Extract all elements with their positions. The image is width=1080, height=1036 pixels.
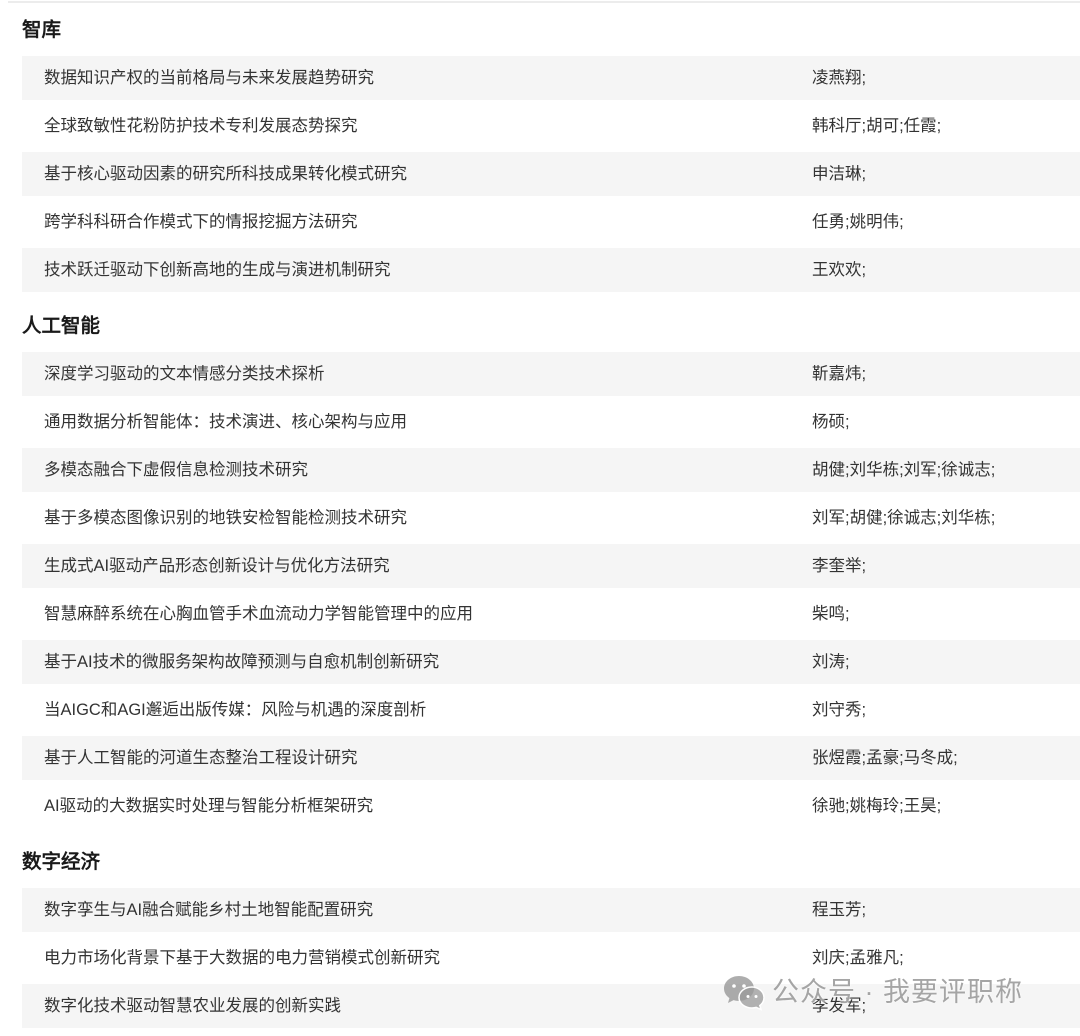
article-title: 数字化技术驱动智慧农业发展的创新实践 [44, 997, 341, 1015]
article-title: 全球致敏性花粉防护技术专利发展态势探究 [44, 117, 358, 135]
section-heading: 人工智能 [22, 315, 101, 337]
article-authors: 刘守秀; [812, 701, 867, 719]
table-row: 数据知识产权的当前格局与未来发展趋势研究 凌燕翔; [22, 54, 1080, 102]
article-authors: 申洁琳; [812, 165, 867, 183]
table-row: 当AIGC和AGI邂逅出版传媒：风险与机遇的深度剖析 刘守秀; [22, 686, 1080, 734]
article-authors: 李奎举; [812, 557, 867, 575]
section-heading: 智库 [22, 19, 62, 41]
article-page: 智库 数据知识产权的当前格局与未来发展趋势研究 凌燕翔; 全球致敏性花粉防护技术… [0, 0, 1080, 1036]
article-title: 数据知识产权的当前格局与未来发展趋势研究 [44, 69, 374, 87]
table-row: 数字化技术驱动智慧农业发展的创新实践 李发军; [22, 982, 1080, 1030]
article-authors: 靳嘉炜; [812, 365, 867, 383]
table-row: AI驱动的大数据实时处理与智能分析框架研究 徐驰;姚梅玲;王昊; [22, 782, 1080, 830]
article-authors: 李发军; [812, 997, 867, 1015]
article-title: 智慧麻醉系统在心胸血管手术血流动力学智能管理中的应用 [44, 605, 473, 623]
article-title: 当AIGC和AGI邂逅出版传媒：风险与机遇的深度剖析 [44, 701, 427, 719]
table-row: 生成式AI驱动产品形态创新设计与优化方法研究 李奎举; [22, 542, 1080, 590]
article-authors: 凌燕翔; [812, 69, 867, 87]
section-digital-economy: 数字经济 数字孪生与AI融合赋能乡村土地智能配置研究 程玉芳; 电力市场化背景下… [22, 830, 1080, 1030]
article-title: 基于AI技术的微服务架构故障预测与自愈机制创新研究 [44, 653, 440, 671]
article-title: 基于多模态图像识别的地铁安检智能检测技术研究 [44, 509, 407, 527]
article-title: 生成式AI驱动产品形态创新设计与优化方法研究 [44, 557, 390, 575]
section-artificial-intelligence: 人工智能 深度学习驱动的文本情感分类技术探析 靳嘉炜; 通用数据分析智能体：技术… [22, 294, 1080, 830]
article-authors: 杨硕; [812, 413, 850, 431]
section-think-tank: 智库 数据知识产权的当前格局与未来发展趋势研究 凌燕翔; 全球致敏性花粉防护技术… [22, 0, 1080, 294]
table-row: 基于人工智能的河道生态整治工程设计研究 张煜霞;孟豪;马冬成; [22, 734, 1080, 782]
table-row: 多模态融合下虚假信息检测技术研究 胡健;刘华栋;刘军;徐诚志; [22, 446, 1080, 494]
table-row: 通用数据分析智能体：技术演进、核心架构与应用 杨硕; [22, 398, 1080, 446]
article-title: 技术跃迁驱动下创新高地的生成与演进机制研究 [44, 261, 391, 279]
article-title: 多模态融合下虚假信息检测技术研究 [44, 461, 308, 479]
article-authors: 胡健;刘华栋;刘军;徐诚志; [812, 461, 996, 479]
article-list: 智库 数据知识产权的当前格局与未来发展趋势研究 凌燕翔; 全球致敏性花粉防护技术… [22, 0, 1080, 1030]
article-authors: 张煜霞;孟豪;马冬成; [812, 749, 958, 767]
article-title: 基于人工智能的河道生态整治工程设计研究 [44, 749, 358, 767]
article-authors: 柴鸣; [812, 605, 850, 623]
article-authors: 刘庆;孟雅凡; [812, 949, 904, 967]
table-row: 基于多模态图像识别的地铁安检智能检测技术研究 刘军;胡健;徐诚志;刘华栋; [22, 494, 1080, 542]
table-row: 数字孪生与AI融合赋能乡村土地智能配置研究 程玉芳; [22, 886, 1080, 934]
table-row: 基于AI技术的微服务架构故障预测与自愈机制创新研究 刘涛; [22, 638, 1080, 686]
table-row: 电力市场化背景下基于大数据的电力营销模式创新研究 刘庆;孟雅凡; [22, 934, 1080, 982]
article-authors: 王欢欢; [812, 261, 867, 279]
table-row: 智慧麻醉系统在心胸血管手术血流动力学智能管理中的应用 柴鸣; [22, 590, 1080, 638]
article-authors: 刘军;胡健;徐诚志;刘华栋; [812, 509, 996, 527]
table-row: 跨学科科研合作模式下的情报挖掘方法研究 任勇;姚明伟; [22, 198, 1080, 246]
table-row: 基于核心驱动因素的研究所科技成果转化模式研究 申洁琳; [22, 150, 1080, 198]
table-row: 全球致敏性花粉防护技术专利发展态势探究 韩科厅;胡可;任霞; [22, 102, 1080, 150]
article-title: 深度学习驱动的文本情感分类技术探析 [44, 365, 325, 383]
article-authors: 徐驰;姚梅玲;王昊; [812, 797, 942, 815]
article-authors: 程玉芳; [812, 901, 867, 919]
table-row: 深度学习驱动的文本情感分类技术探析 靳嘉炜; [22, 350, 1080, 398]
article-title: 基于核心驱动因素的研究所科技成果转化模式研究 [44, 165, 407, 183]
article-title: AI驱动的大数据实时处理与智能分析框架研究 [44, 797, 374, 815]
section-heading: 数字经济 [22, 851, 101, 873]
article-title: 数字孪生与AI融合赋能乡村土地智能配置研究 [44, 901, 374, 919]
table-row: 技术跃迁驱动下创新高地的生成与演进机制研究 王欢欢; [22, 246, 1080, 294]
article-authors: 刘涛; [812, 653, 850, 671]
article-authors: 韩科厅;胡可;任霞; [812, 117, 942, 135]
article-authors: 任勇;姚明伟; [812, 213, 904, 231]
article-title: 通用数据分析智能体：技术演进、核心架构与应用 [44, 413, 407, 431]
article-title: 电力市场化背景下基于大数据的电力营销模式创新研究 [44, 949, 440, 967]
article-title: 跨学科科研合作模式下的情报挖掘方法研究 [44, 213, 358, 231]
